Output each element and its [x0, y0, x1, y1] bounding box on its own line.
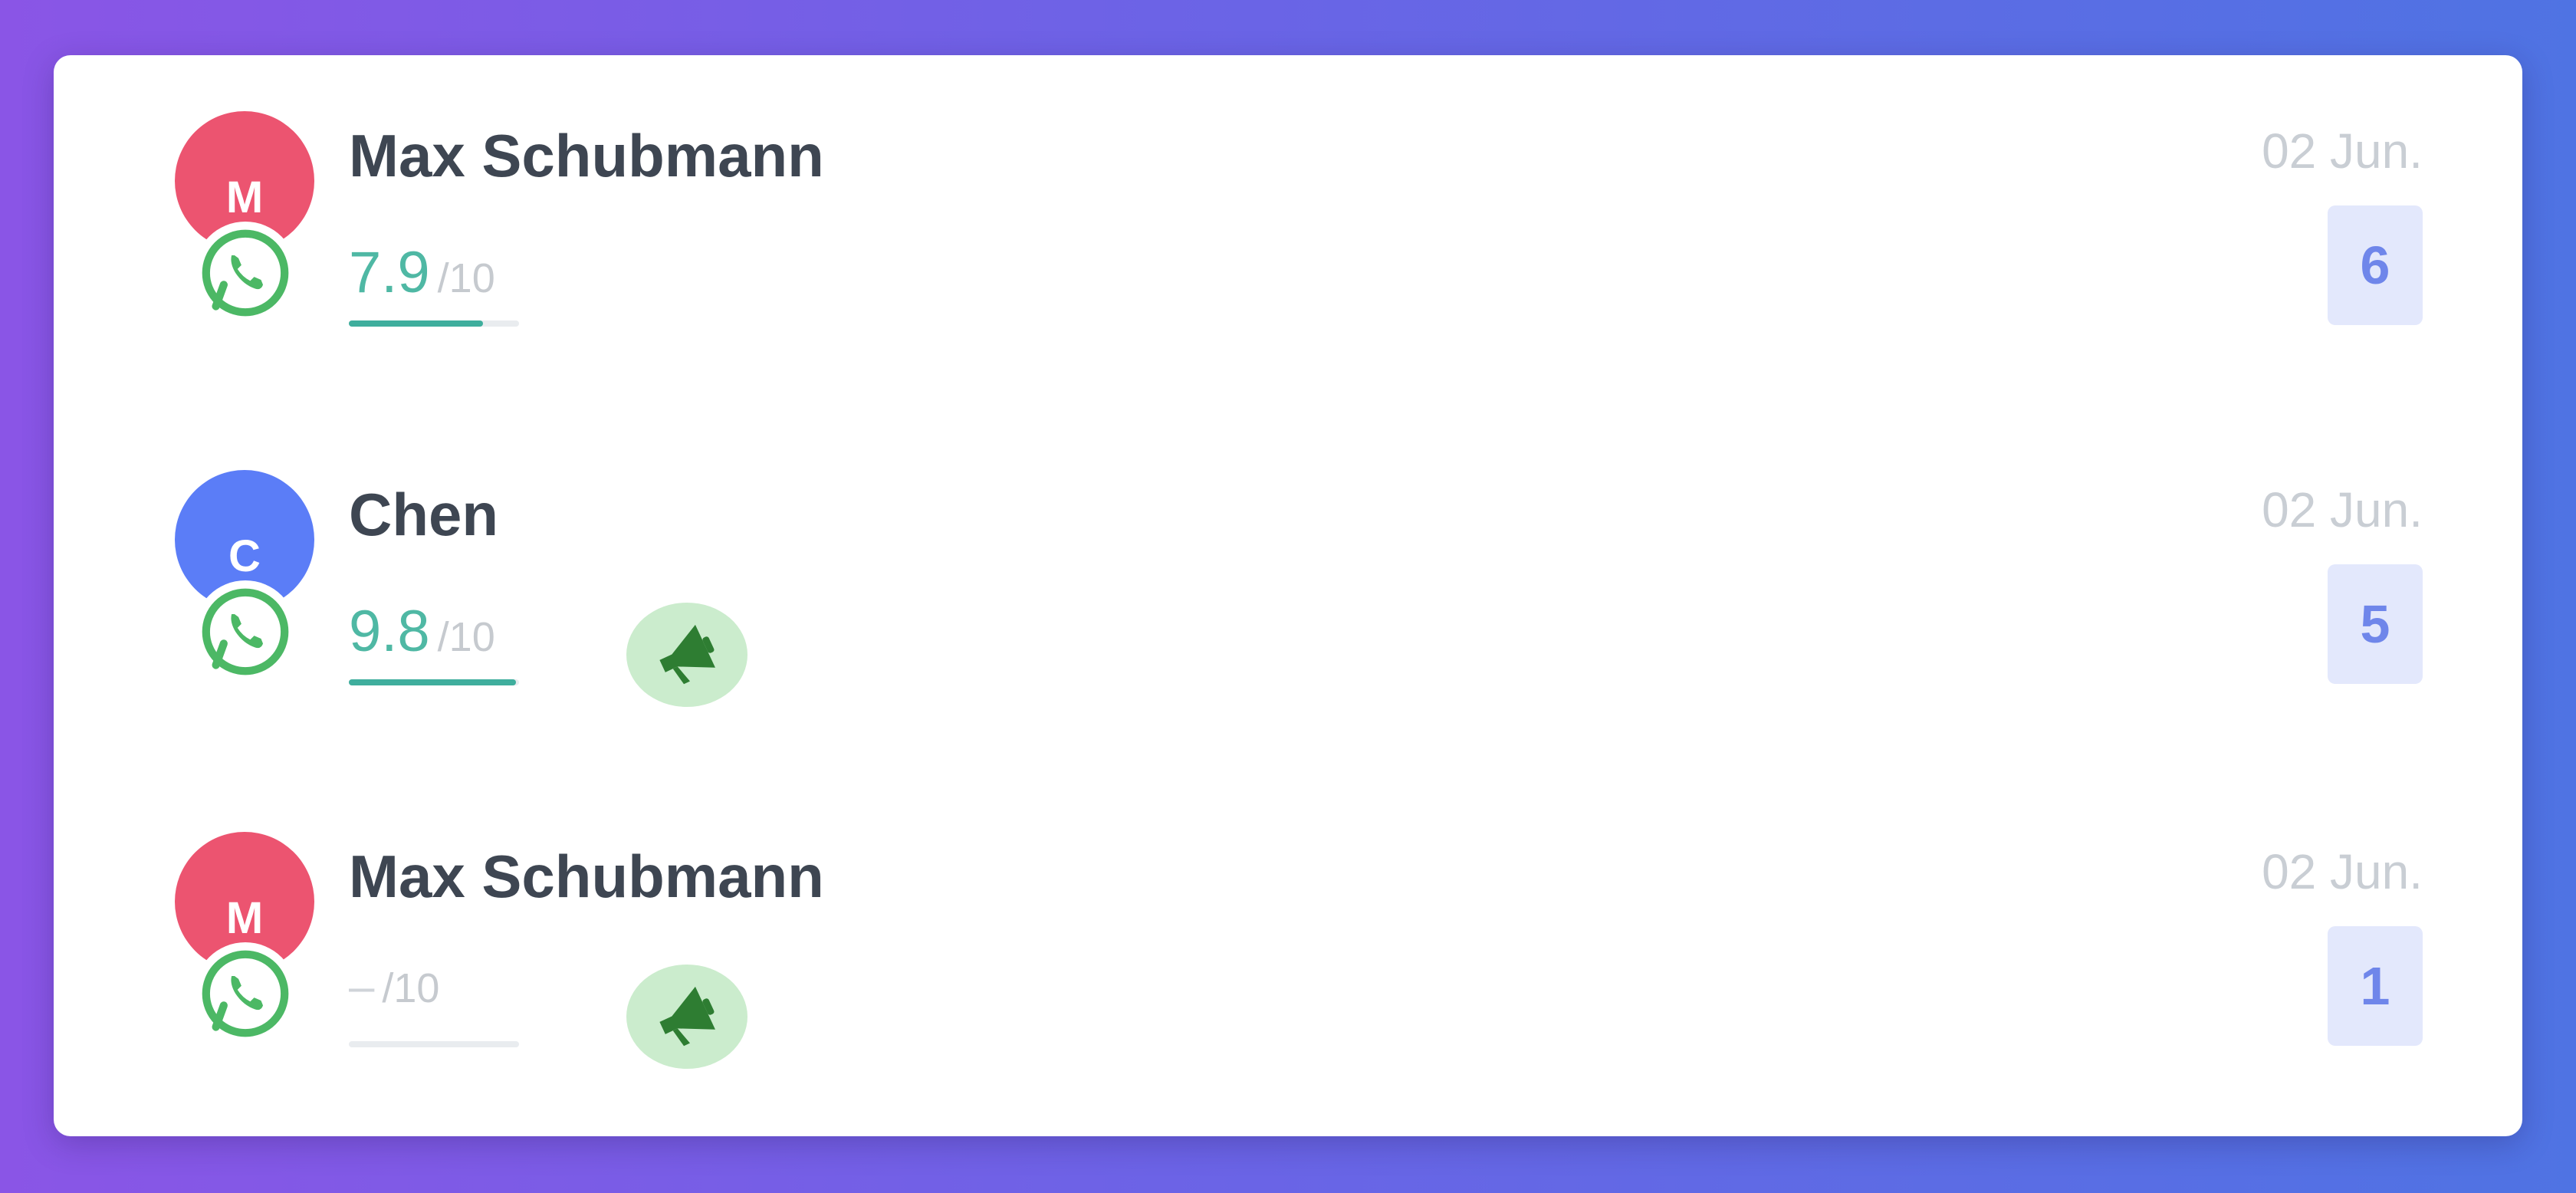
- message-count-badge: 1: [2328, 926, 2423, 1046]
- score-value: 9.8: [349, 599, 430, 664]
- contact-name: Max Schubmann: [349, 843, 824, 910]
- rating-score: 7.9/10: [349, 239, 519, 327]
- conversation-item[interactable]: M Max Schubmann 7.9/10 02 Jun. 6: [54, 55, 2522, 416]
- score-bar-fill: [349, 320, 484, 327]
- whatsapp-icon: [194, 222, 297, 324]
- score-bar: [349, 320, 519, 327]
- whatsapp-icon: [194, 942, 297, 1045]
- contact-name: Max Schubmann: [349, 122, 824, 189]
- megaphone-icon[interactable]: [626, 603, 748, 707]
- conversation-date: 02 Jun.: [2262, 482, 2423, 537]
- avatar-initial: C: [228, 531, 261, 581]
- contact-name: Chen: [349, 481, 498, 548]
- conversation-date: 02 Jun.: [2262, 123, 2423, 179]
- score-value: –: [349, 961, 375, 1012]
- conversation-date: 02 Jun.: [2262, 844, 2423, 899]
- conversation-list: M Max Schubmann 7.9/10 02 Jun. 6 C Chen …: [54, 55, 2522, 1136]
- message-count-badge: 5: [2328, 564, 2423, 684]
- avatar-initial: M: [225, 893, 264, 943]
- avatar-initial: M: [225, 173, 264, 222]
- whatsapp-icon: [194, 580, 297, 683]
- score-bar-fill: [349, 679, 516, 685]
- score-max: /10: [437, 255, 495, 301]
- rating-score: –/10: [349, 960, 519, 1047]
- message-count-badge: 6: [2328, 205, 2423, 325]
- conversation-item[interactable]: M Max Schubmann –/10 02 Jun. 1: [54, 776, 2522, 1136]
- score-bar: [349, 1041, 519, 1047]
- rating-score: 9.8/10: [349, 598, 519, 685]
- score-value: 7.9: [349, 240, 430, 305]
- conversation-item[interactable]: C Chen 9.8/10 02 Jun. 5: [54, 414, 2522, 774]
- score-max: /10: [382, 965, 440, 1011]
- score-max: /10: [437, 614, 495, 660]
- megaphone-icon[interactable]: [626, 965, 748, 1069]
- score-bar: [349, 679, 519, 685]
